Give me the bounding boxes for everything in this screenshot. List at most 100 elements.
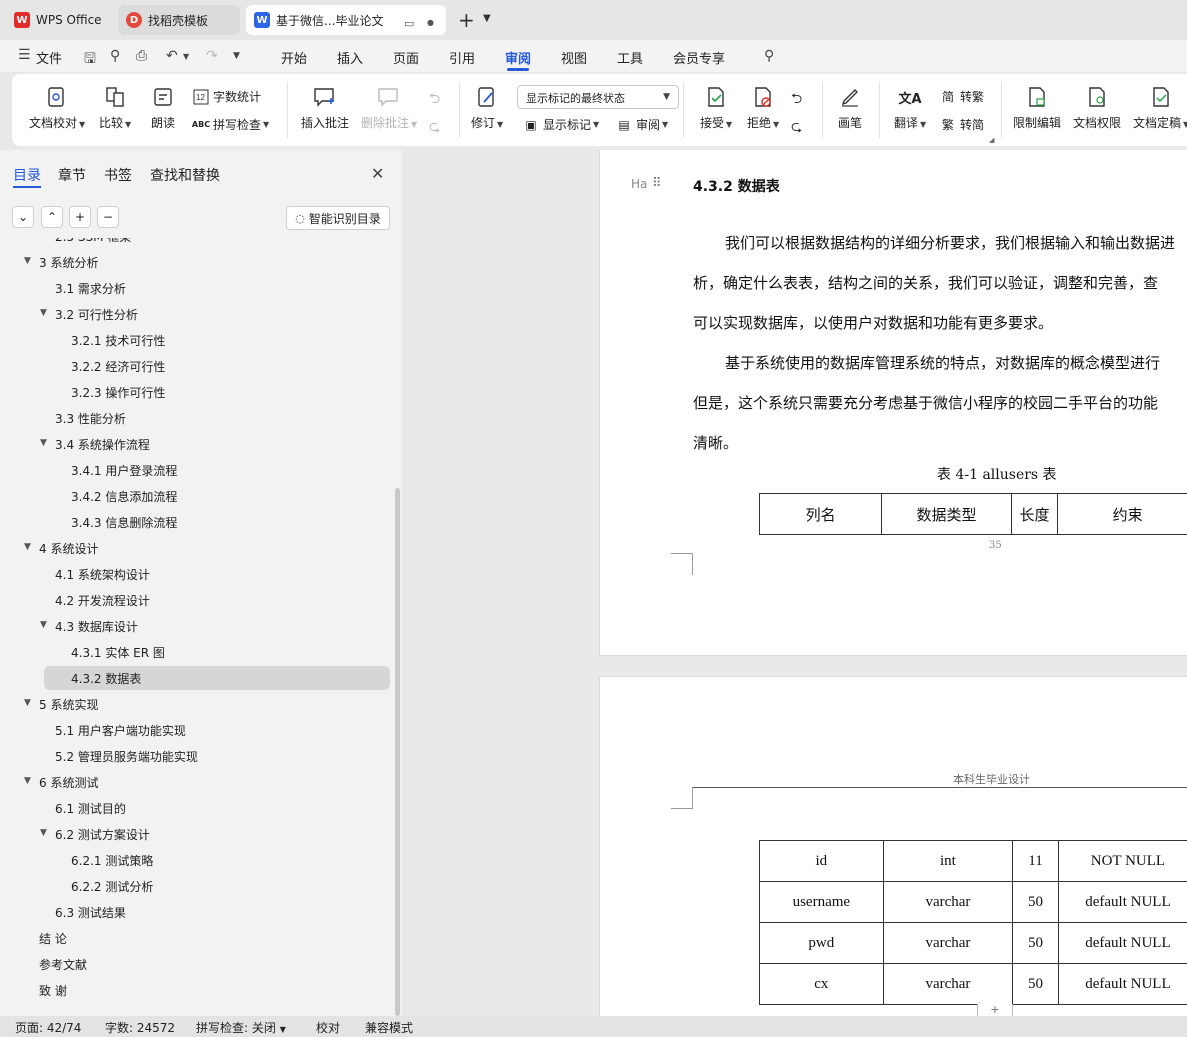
markup-state-select[interactable]: 显示标记的最终状态 ▼ [517,85,679,109]
table-cell[interactable]: default NULL [1057,881,1187,923]
doc-finalize-button[interactable]: 文档定稿 ▼ [1133,85,1187,131]
toc-expand-chevron-icon[interactable]: ▼ [24,776,31,786]
toc-item[interactable]: 3.4.2 信息添加流程 [71,484,177,508]
table-header-cell[interactable]: 长度 [1010,493,1059,535]
table-cell[interactable]: username [759,881,884,923]
toc-item[interactable]: 6 系统测试 [39,770,98,794]
toc-item[interactable]: 3.4.3 信息删除流程 [71,510,177,534]
menu-tools[interactable]: 工具 [617,48,643,67]
table-header-cell[interactable]: 约束 [1057,493,1187,535]
toc-item[interactable]: 2.5 SSM 框架 [55,238,131,248]
insert-comment-button[interactable]: 插入批注 [301,85,349,131]
restrict-edit-button[interactable]: 限制编辑 [1013,85,1061,131]
reject-button[interactable]: 拒绝 ▼ [747,85,779,131]
doc-proof-button[interactable]: 文档校对 ▼ [29,85,85,131]
paragraph-line[interactable]: 清晰。 [693,432,738,453]
close-icon[interactable]: ✕ [371,164,384,183]
toc-item[interactable]: 3.1 需求分析 [55,276,126,300]
smart-toc-button[interactable]: ◌ 智能识别目录 [286,206,390,230]
doc-permission-button[interactable]: 文档权限 [1073,85,1121,131]
toc-item[interactable]: 4.2 开发流程设计 [55,588,150,612]
toc-expand-chevron-icon[interactable]: ▼ [24,698,31,708]
table-cell[interactable]: id [759,840,884,882]
drag-handle-icon[interactable]: ⠿ [652,176,662,191]
table-row[interactable]: username varchar 50 default NULL [759,881,1187,923]
table-caption[interactable]: 表 4-1 allusers 表 [937,464,1057,484]
toc-item[interactable]: 3.2.2 经济可行性 [71,354,165,378]
track-changes-button[interactable]: 修订 ▼ [471,85,503,131]
toc-item[interactable]: 4.1 系统架构设计 [55,562,150,586]
undo-dropdown-icon[interactable]: ▼ [183,52,189,61]
table-cell[interactable]: default NULL [1057,922,1187,964]
show-markup-button[interactable]: ▣ 显示标记 ▼ [523,116,599,133]
save-icon[interactable]: 🖫 [84,48,96,72]
table-cell[interactable]: int [882,840,1014,882]
translate-button[interactable]: 文A 翻译 ▼ [894,85,926,131]
toc-item[interactable]: 5.2 管理员服务端功能实现 [55,744,198,768]
table-cell[interactable]: varchar [882,881,1014,923]
new-tab-plus-icon[interactable]: + [458,8,475,32]
nav-tab-toc[interactable]: 目录 [13,165,41,185]
undo-icon[interactable]: ↶ [166,48,178,64]
toc-expand-chevron-icon[interactable]: ▼ [40,828,47,838]
search-icon[interactable]: ⚲ [764,48,774,64]
table-row[interactable]: pwd varchar 50 default NULL [759,922,1187,964]
previous-change-icon[interactable]: ⮌ [791,88,802,112]
paragraph-line[interactable]: 析，确定什么表表，结构之间的关系，我们可以验证，调整和完善，查 [693,272,1158,293]
table-cell[interactable]: 50 [1012,963,1059,1005]
data-table-header[interactable]: 列名 数据类型 长度 约束 [758,493,1187,535]
unsaved-dot-icon[interactable]: ● [427,18,434,27]
toc-item[interactable]: 4.3.1 实体 ER 图 [71,640,165,664]
spell-check-status[interactable]: 拼写检查: 关闭 ▼ [196,1019,286,1036]
accept-button[interactable]: 接受 ▼ [700,85,732,131]
tab-template-store[interactable]: D 找稻壳模板 [118,5,240,35]
section-heading[interactable]: 4.3.2 数据表 [693,176,780,196]
toc-item[interactable]: 3 系统分析 [39,250,98,274]
toc-expand-chevron-icon[interactable]: ▼ [40,620,47,630]
toc-item[interactable]: 3.4 系统操作流程 [55,432,150,456]
table-row[interactable]: id int 11 NOT NULL [759,840,1187,882]
heading-style-icon[interactable]: Hа [631,177,647,191]
page-indicator[interactable]: 页面: 42/74 [15,1019,81,1036]
to-traditional-button[interactable]: 简 转繁 [940,88,984,105]
quick-access-more-icon[interactable]: ▼ [233,51,240,61]
print-preview-icon[interactable]: ⎙ [136,48,147,64]
paragraph-line[interactable]: 我们可以根据数据结构的详细分析要求，我们根据输入和输出数据进 [725,232,1175,253]
tab-list-chevron-icon[interactable]: ▼ [483,13,491,24]
menu-insert[interactable]: 插入 [337,48,363,67]
table-row[interactable]: cx varchar 50 default NULL [759,963,1187,1005]
menu-page[interactable]: 页面 [393,48,419,67]
next-comment-icon[interactable]: ⮎ [429,116,440,140]
table-header-cell[interactable]: 数据类型 [881,493,1012,535]
toc-item[interactable]: 6.2 测试方案设计 [55,822,150,846]
nav-tab-bookmarks[interactable]: 书签 [104,165,132,185]
menu-start[interactable]: 开始 [281,48,307,67]
paragraph-line[interactable]: 但是，这个系统只需要充分考虑基于微信小程序的校园二手平台的功能 [693,392,1158,413]
review-pane-button[interactable]: ▤ 审阅 ▼ [616,116,668,133]
previous-comment-icon[interactable]: ⮌ [429,88,440,112]
menu-review[interactable]: 审阅 [505,48,531,67]
read-aloud-button[interactable]: 朗读 [151,85,175,131]
hamburger-menu-icon[interactable]: ☰ [18,47,31,63]
group-expand-icon[interactable]: ◢ [989,136,994,144]
toc-item[interactable]: 4.3 数据库设计 [55,614,138,638]
paragraph-line[interactable]: 可以实现数据库，以使用户对数据和功能有更多要求。 [693,312,1053,333]
menu-member[interactable]: 会员专享 [673,48,725,67]
table-cell[interactable]: 50 [1012,922,1059,964]
toc-item[interactable]: 3.4.1 用户登录流程 [71,458,177,482]
table-header-cell[interactable]: 列名 [758,493,883,535]
share-icon[interactable]: ⚲ [110,48,120,64]
menu-view[interactable]: 视图 [561,48,587,67]
add-heading-button[interactable]: + [69,206,91,228]
toc-item[interactable]: 致 谢 [39,978,67,1002]
toc-item[interactable]: 6.2.2 测试分析 [71,874,153,898]
toc-item[interactable]: 3.2.1 技术可行性 [71,328,165,352]
table-cell[interactable]: varchar [882,963,1014,1005]
toc-item[interactable]: 6.2.1 测试策略 [71,848,153,872]
toc-item[interactable]: 3.3 性能分析 [55,406,126,430]
toc-item[interactable]: 参考文献 [39,952,87,976]
data-table[interactable]: id int 11 NOT NULL username varchar 50 d… [759,840,1187,1005]
table-cell[interactable]: NOT NULL [1057,840,1187,882]
toc-item[interactable]: 6.1 测试目的 [55,796,126,820]
table-cell[interactable]: 50 [1012,881,1059,923]
